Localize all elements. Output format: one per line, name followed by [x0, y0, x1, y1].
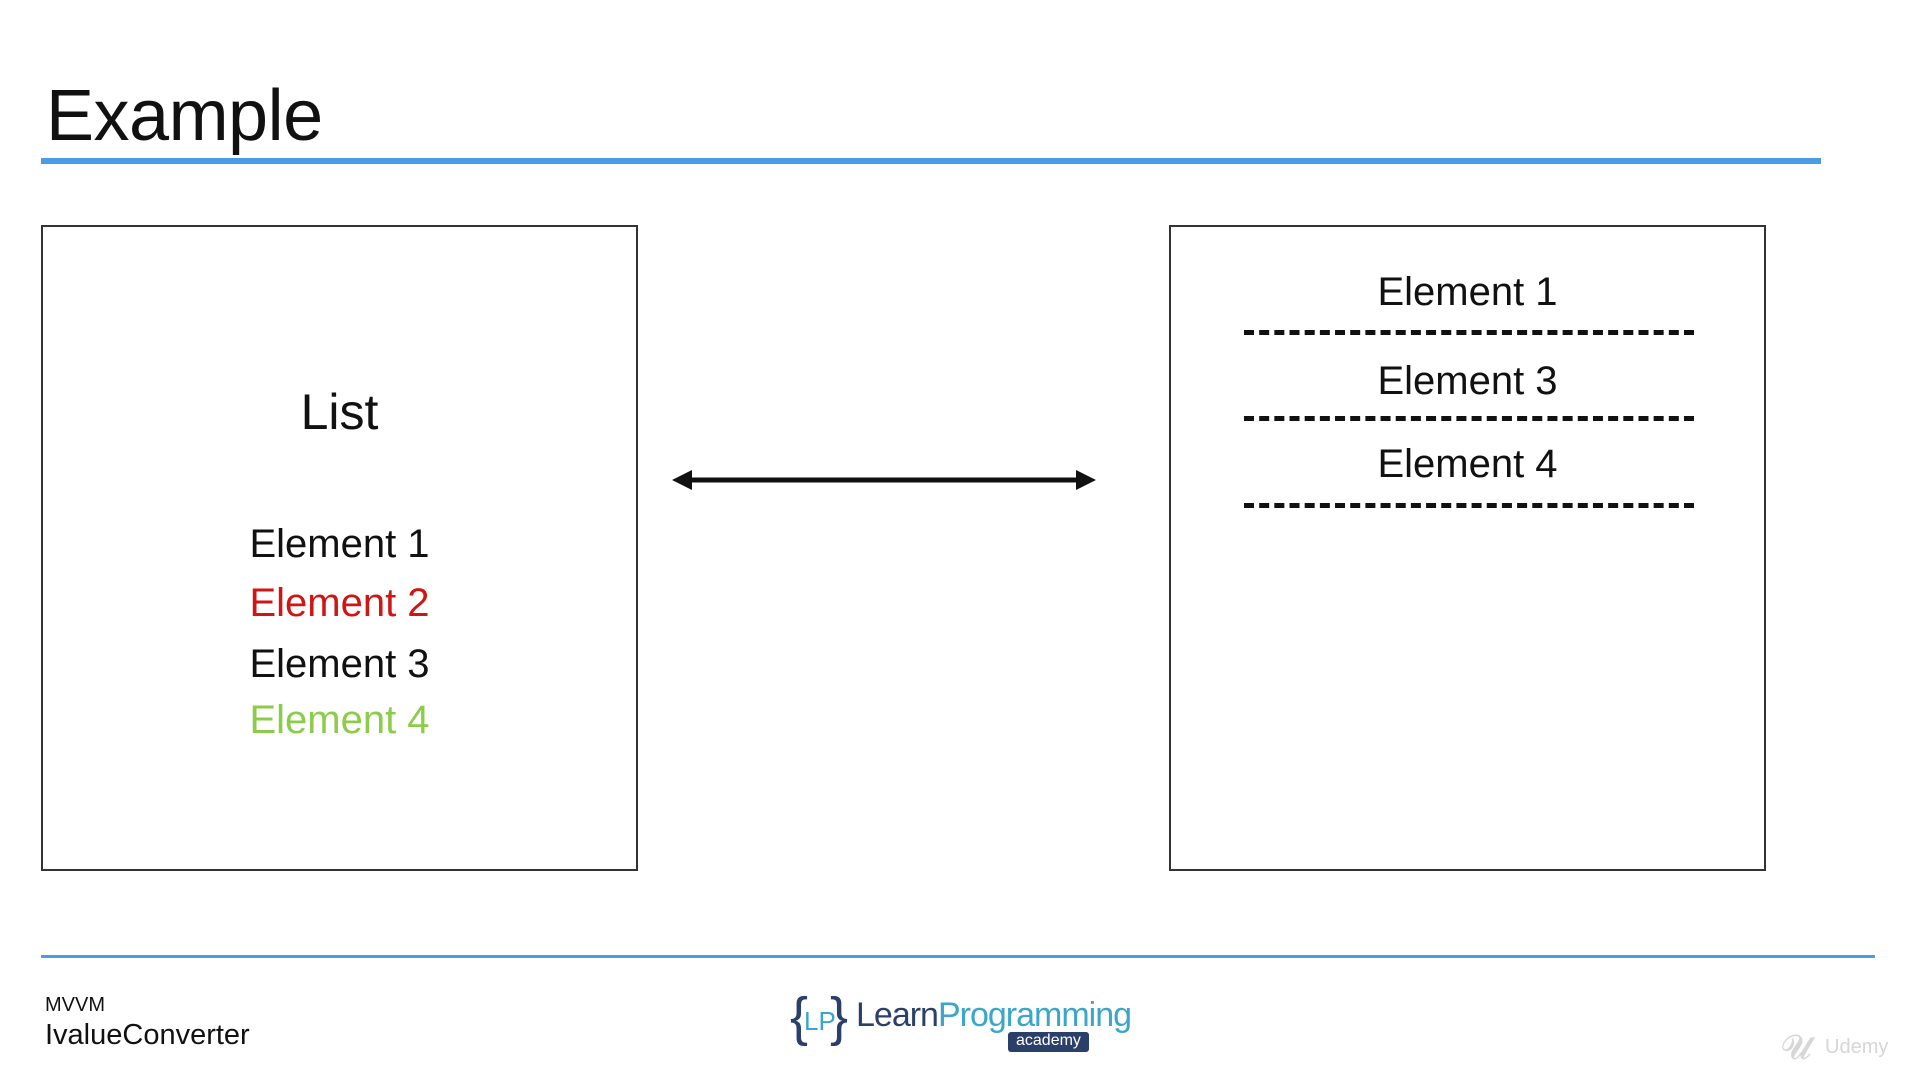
double-arrow-icon — [672, 470, 1096, 490]
title-underline — [41, 158, 1821, 164]
footer-divider — [41, 955, 1875, 958]
slide-title: Example — [46, 76, 323, 156]
logo-learn: Learn — [856, 996, 939, 1034]
udemy-watermark: 𝓤 Udemy — [1781, 1028, 1911, 1068]
udemy-icon: 𝓤 — [1781, 1028, 1812, 1068]
footer-subtitle: IvalueConverter — [45, 1019, 250, 1051]
list-item-element-2: Element 2 — [249, 581, 430, 625]
learn-programming-logo: { LP } LearnProgramming academy — [790, 987, 1132, 1060]
list-item-element-1: Element 1 — [249, 522, 430, 566]
logo-close-brace: } — [830, 987, 849, 1047]
list-item-element-4: Element 4 — [249, 698, 430, 742]
logo-programming: Programming — [937, 996, 1132, 1034]
udemy-watermark-text: Udemy — [1825, 1036, 1889, 1058]
item-separator — [1244, 503, 1694, 508]
footer-topic: MVVM — [45, 994, 105, 1016]
arrow-head-left — [672, 470, 692, 490]
logo-wordmark: LearnProgramming — [856, 996, 1132, 1034]
rendered-list-panel: Element 1 Element 3 Element 4 — [1169, 225, 1766, 871]
rendered-item-element-4: Element 4 — [1377, 442, 1558, 486]
item-separator — [1244, 416, 1694, 421]
rendered-item-element-1: Element 1 — [1377, 270, 1558, 314]
list-title: List — [300, 384, 379, 440]
arrow-head-right — [1076, 470, 1096, 490]
rendered-item-element-3: Element 3 — [1377, 359, 1558, 403]
list-item-element-3: Element 3 — [249, 642, 430, 686]
item-separator — [1244, 330, 1694, 335]
list-panel: List Element 1 Element 2 Element 3 Eleme… — [41, 225, 638, 871]
logo-academy-badge: academy — [1008, 1032, 1089, 1052]
